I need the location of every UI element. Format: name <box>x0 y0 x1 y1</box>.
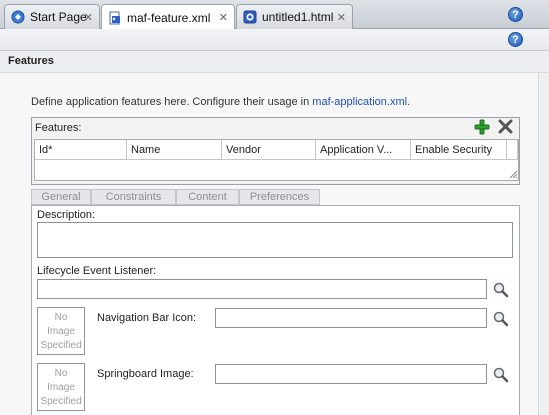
features-label: Features: <box>35 122 82 134</box>
maf-application-link[interactable]: maf-application.xml <box>312 96 407 108</box>
description-label: Description: <box>37 209 96 221</box>
tab-maf-feature[interactable]: maf-feature.xml ✕ <box>101 4 235 30</box>
lifecycle-listener-label: Lifecycle Event Listener: <box>37 265 157 277</box>
column-header-name[interactable]: Name <box>127 140 222 160</box>
start-page-icon <box>11 10 25 24</box>
tab-constraints[interactable]: Constraints <box>91 189 176 205</box>
xml-file-icon <box>109 11 120 24</box>
description-suffix: . <box>407 96 411 108</box>
resize-grip-icon[interactable] <box>509 170 518 179</box>
tab-label: Start Page <box>30 10 87 24</box>
tab-untitled1[interactable]: untitled1.html ✕ <box>236 4 353 29</box>
close-icon[interactable]: ✕ <box>219 11 228 24</box>
description-prefix: Define application features here. Config… <box>31 96 313 108</box>
close-icon[interactable]: ✕ <box>337 11 346 24</box>
search-icon[interactable] <box>492 310 510 328</box>
delete-icon[interactable] <box>498 119 513 134</box>
navigation-bar-icon-preview: No Image Specified <box>37 307 85 355</box>
springboard-image-preview: No Image Specified <box>37 363 85 411</box>
section-title: Features <box>8 55 54 67</box>
add-icon[interactable] <box>474 119 490 135</box>
navigation-bar-icon-field[interactable] <box>215 308 487 328</box>
springboard-image-field[interactable] <box>215 364 487 384</box>
help-icon[interactable]: ? <box>508 7 523 22</box>
lifecycle-listener-field[interactable] <box>37 279 487 299</box>
search-icon[interactable] <box>492 366 510 384</box>
search-icon[interactable] <box>492 281 510 299</box>
column-header-id[interactable]: Id* <box>35 140 127 160</box>
tab-general[interactable]: General <box>31 189 91 205</box>
html-file-icon <box>243 10 257 24</box>
springboard-image-label: Springboard Image: <box>97 368 194 380</box>
column-header-enable-security[interactable]: Enable Security <box>411 140 507 160</box>
tab-label: untitled1.html <box>262 10 334 24</box>
tab-label: maf-feature.xml <box>127 10 211 25</box>
vertical-scrollbar[interactable] <box>538 73 549 415</box>
editor-toolbar <box>0 29 549 51</box>
navigation-bar-icon-label: Navigation Bar Icon: <box>97 312 197 324</box>
help-icon[interactable]: ? <box>508 32 523 47</box>
column-header-filler <box>507 140 518 160</box>
close-icon[interactable]: ✕ <box>84 11 93 24</box>
description-text: Define application features here. Config… <box>31 96 410 108</box>
column-header-vendor[interactable]: Vendor <box>222 140 316 160</box>
tab-content[interactable]: Content <box>176 189 239 205</box>
section-header <box>0 51 549 73</box>
tab-preferences[interactable]: Preferences <box>239 189 320 205</box>
tab-start-page[interactable]: Start Page ✕ <box>4 4 100 29</box>
column-header-application-version[interactable]: Application V... <box>316 140 411 160</box>
description-field[interactable] <box>37 222 513 258</box>
